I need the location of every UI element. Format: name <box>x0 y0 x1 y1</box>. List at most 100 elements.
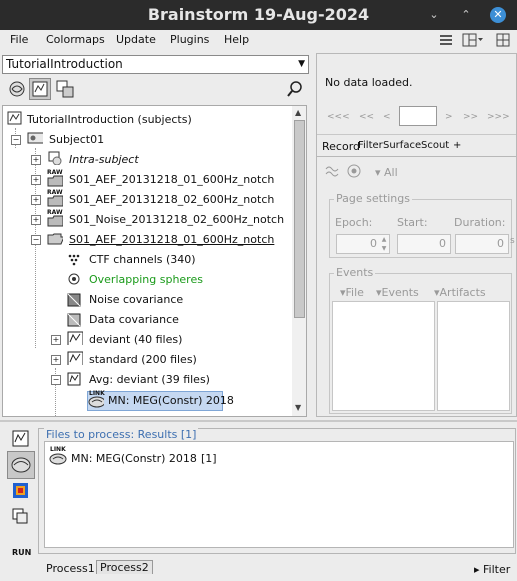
timefreq-icon[interactable] <box>12 482 30 500</box>
minimize-button[interactable]: ⌄ <box>426 7 442 23</box>
scrollbar-thumb[interactable] <box>294 120 305 318</box>
folder-icon <box>47 195 63 207</box>
epoch-label: Epoch: <box>335 216 373 229</box>
spheres-label: Overlapping spheres <box>89 273 203 286</box>
tree-root-label: TutorialIntroduction (subjects) <box>27 113 192 126</box>
functional-view-button[interactable] <box>6 78 28 100</box>
events-group: Events ▾File ▾Events ▾Artifacts <box>329 266 512 414</box>
maximize-button[interactable]: ⌃ <box>458 7 474 23</box>
duration-label: Duration: <box>454 216 506 229</box>
collapse-icon[interactable]: − <box>51 375 61 385</box>
montage-dropdown[interactable]: ▾ All <box>375 166 398 179</box>
all-label: All <box>384 166 398 179</box>
artifacts-menu-label: Artifacts <box>439 286 486 299</box>
layout-grid-icon[interactable] <box>496 33 510 47</box>
collapse-icon[interactable]: − <box>31 235 41 245</box>
channels-icon <box>68 254 80 266</box>
event-groups-list[interactable] <box>332 301 435 411</box>
run1-label: S01_AEF_20131218_01_600Hz_notch <box>69 173 275 186</box>
window-layout-icon[interactable] <box>462 33 484 47</box>
nav-prev-page-button[interactable]: << <box>359 112 374 122</box>
menu-plugins[interactable]: Plugins <box>170 33 209 46</box>
covariance-icon <box>67 313 81 327</box>
scroll-down-icon[interactable]: ▼ <box>295 403 301 412</box>
standard-label: standard (200 files) <box>89 353 197 366</box>
folder-icon <box>47 215 63 227</box>
menu-file[interactable]: File <box>10 33 28 46</box>
start-field[interactable]: 0 <box>397 234 451 254</box>
subjects-view-button[interactable] <box>29 78 51 100</box>
tree-mn-result[interactable]: LINK MN: MEG(Constr) 2018 <box>87 390 234 411</box>
wave-icon[interactable] <box>325 164 341 178</box>
mn-label: MN: MEG(Constr) 2018 <box>108 394 234 407</box>
matrix-icon[interactable] <box>12 508 30 526</box>
intra-subject-icon <box>48 151 62 165</box>
nav-first-button[interactable]: <<< <box>327 112 350 122</box>
expand-icon[interactable]: + <box>31 215 41 225</box>
file-menu[interactable]: ▾File <box>340 286 364 299</box>
tab-add[interactable]: + <box>453 140 461 151</box>
data-list-icon <box>67 351 83 365</box>
page-settings-group: Page settings Epoch: Start: Duration: 0 ▲… <box>329 192 515 258</box>
search-icon[interactable] <box>286 80 304 98</box>
duration-field[interactable]: 0 <box>455 234 509 254</box>
expand-icon[interactable]: + <box>31 155 41 165</box>
title-bar: Brainstorm 19-Aug-2024 ⌄ ⌃ ✕ <box>0 0 517 30</box>
nav-next-button[interactable]: > <box>445 112 453 122</box>
events-legend: Events <box>334 266 376 279</box>
event-times-list[interactable] <box>437 301 510 411</box>
target-icon[interactable] <box>347 164 363 178</box>
tab-process1[interactable]: Process1 <box>46 562 95 575</box>
nav-prev-button[interactable]: < <box>383 112 391 122</box>
nav-last-button[interactable]: >>> <box>487 112 510 122</box>
process-sources-button[interactable] <box>7 451 35 479</box>
run2-label: S01_AEF_20131218_02_600Hz_notch <box>69 193 275 206</box>
files-to-process-header: Files to process: Results [1] <box>44 428 199 441</box>
menu-help[interactable]: Help <box>224 33 249 46</box>
process-data-icon[interactable] <box>12 430 30 448</box>
conditions-view-button[interactable] <box>54 78 76 100</box>
menu-colormaps[interactable]: Colormaps <box>46 33 105 46</box>
process-file-list[interactable]: LINK MN: MEG(Constr) 2018 [1] <box>44 441 514 548</box>
protocol-name: TutorialIntroduction <box>6 57 123 71</box>
tab-process2[interactable]: Process2 <box>96 560 153 574</box>
deviant-label: deviant (40 files) <box>89 333 183 346</box>
expand-icon[interactable]: + <box>51 335 61 345</box>
epoch-spinner[interactable]: 0 ▲ ▼ <box>336 234 390 254</box>
brain-sources-icon <box>11 457 31 473</box>
chevron-down-icon: ▼ <box>298 59 305 69</box>
database-tree: TutorialIntroduction (subjects) − Subjec… <box>2 105 294 417</box>
folder-open-icon <box>47 233 63 245</box>
tab-scout[interactable]: Scout <box>421 140 449 151</box>
link-tag: LINK <box>50 446 66 453</box>
tab-filter[interactable]: Filter <box>358 140 383 151</box>
list-layout-icon[interactable] <box>439 33 453 47</box>
page-number-field[interactable] <box>399 106 437 126</box>
menu-update[interactable]: Update <box>116 33 156 46</box>
expand-icon[interactable]: + <box>51 355 61 365</box>
process-file-item[interactable]: LINK MN: MEG(Constr) 2018 <box>49 446 209 466</box>
tab-record[interactable]: Record <box>322 140 360 153</box>
expand-icon[interactable]: + <box>31 175 41 185</box>
tree-scrollbar[interactable]: ▲ ▼ <box>292 105 307 417</box>
expand-icon[interactable]: + <box>31 195 41 205</box>
conditions-icon <box>56 80 74 98</box>
nav-next-page-button[interactable]: >> <box>463 112 478 122</box>
artifacts-menu[interactable]: ▾Artifacts <box>434 286 486 299</box>
start-value: 0 <box>439 237 446 250</box>
scroll-up-icon[interactable]: ▲ <box>295 108 301 117</box>
tab-surface[interactable]: Surface <box>383 140 421 151</box>
brain-icon <box>9 81 25 97</box>
data-icon <box>67 372 81 386</box>
menu-bar: File Colormaps Update Plugins Help <box>0 30 517 51</box>
status-text: No data loaded. <box>325 76 413 89</box>
collapse-icon[interactable]: − <box>11 135 21 145</box>
subject-icon <box>27 132 43 144</box>
headmodel-icon <box>68 273 80 285</box>
filter-button[interactable]: ▸ Filter <box>474 563 510 576</box>
spin-arrows-icon[interactable]: ▲ ▼ <box>379 235 389 253</box>
events-menu[interactable]: ▾Events <box>376 286 419 299</box>
run-button[interactable]: RUN <box>12 548 31 557</box>
protocol-select[interactable]: TutorialIntroduction ▼ <box>2 55 309 74</box>
close-button[interactable]: ✕ <box>490 7 506 23</box>
